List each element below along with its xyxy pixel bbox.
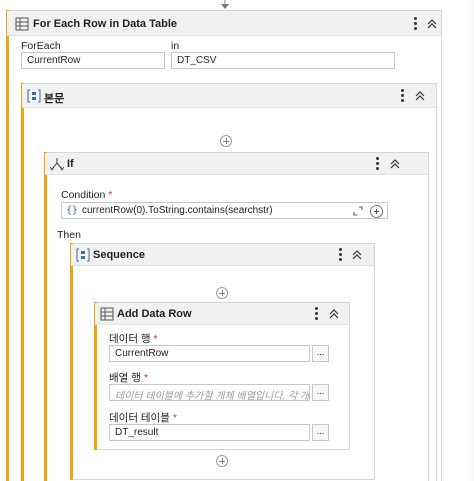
activity-title: Add Data Row xyxy=(117,308,192,320)
collapse-icon[interactable] xyxy=(426,17,438,31)
then-label: Then xyxy=(57,229,81,241)
condition-input[interactable]: {} currentRow(0).ToString.contains(searc… xyxy=(61,202,388,219)
activity-accent-stripe xyxy=(21,83,24,481)
activity-title: For Each Row in Data Table xyxy=(33,18,178,30)
sequence-icon xyxy=(27,89,41,103)
array-row-label: 배열 행 * xyxy=(109,372,148,384)
data-row-browse-button[interactable]: ... xyxy=(312,345,329,362)
data-row-input[interactable]: CurrentRow xyxy=(109,345,310,362)
add-activity-icon[interactable] xyxy=(220,135,232,147)
collapse-icon[interactable] xyxy=(351,248,363,262)
activity-accent-stripe xyxy=(70,243,73,480)
kebab-menu-icon[interactable] xyxy=(312,306,320,322)
activity-title: 본문 xyxy=(44,93,65,105)
expand-icon[interactable] xyxy=(353,206,363,216)
body-activity[interactable]: 본문 If Condition * {} currentRow(0).ToStr… xyxy=(21,83,437,481)
array-row-input[interactable]: 데이터 테이블에 추가할 개체 배열입니다. 각 개 xyxy=(109,384,310,401)
activity-accent-stripe xyxy=(6,10,9,481)
add-activity-icon[interactable] xyxy=(216,455,228,467)
if-activity[interactable]: If Condition * {} currentRow(0).ToString… xyxy=(44,152,429,481)
data-table-browse-button[interactable]: ... xyxy=(312,424,329,441)
connector-arrow-icon xyxy=(221,0,229,9)
kebab-menu-icon[interactable] xyxy=(336,247,344,263)
add-condition-icon[interactable] xyxy=(370,204,383,218)
table-icon xyxy=(15,17,29,31)
add-data-row-header[interactable]: Add Data Row xyxy=(95,303,349,325)
condition-label: Condition * xyxy=(61,189,113,201)
array-row-browse-button[interactable]: ... xyxy=(312,384,329,401)
body-header[interactable]: 본문 xyxy=(22,84,436,108)
for-each-row-activity[interactable]: For Each Row in Data Table ForEach Curre… xyxy=(6,10,442,481)
add-activity-icon[interactable] xyxy=(216,287,228,299)
foreach-label: ForEach xyxy=(21,40,61,52)
add-data-row-activity[interactable]: Add Data Row 데이터 행 * CurrentRow ... 배열 행… xyxy=(94,302,350,450)
activity-title: If xyxy=(67,158,74,170)
sequence-header[interactable]: Sequence xyxy=(71,244,374,266)
data-row-label: 데이터 행 * xyxy=(109,333,158,345)
canvas-scrollbar[interactable] xyxy=(468,0,474,481)
collapse-icon[interactable] xyxy=(389,157,401,171)
kebab-menu-icon[interactable] xyxy=(411,16,419,32)
sequence-activity[interactable]: Sequence Add Data Row 데이터 행 * CurrentRow… xyxy=(70,243,375,480)
activity-title: Sequence xyxy=(93,249,145,261)
collapse-icon[interactable] xyxy=(328,307,340,321)
collapse-icon[interactable] xyxy=(414,89,426,103)
if-header[interactable]: If xyxy=(45,153,428,175)
expression-brace-icon: {} xyxy=(66,205,79,216)
data-table-input[interactable]: DT_result xyxy=(109,424,310,441)
if-branch-icon xyxy=(50,158,64,171)
in-datatable-input[interactable]: DT_CSV xyxy=(171,52,395,69)
activity-accent-stripe xyxy=(44,152,47,481)
table-icon xyxy=(100,307,114,321)
foreach-variable-input[interactable]: CurrentRow xyxy=(21,52,165,69)
condition-expression: currentRow(0).ToString.contains(searchst… xyxy=(82,205,273,216)
data-table-label: 데이터 테이블 * xyxy=(109,412,177,424)
kebab-menu-icon[interactable] xyxy=(398,88,406,104)
for-each-row-header[interactable]: For Each Row in Data Table xyxy=(7,11,441,36)
sequence-icon xyxy=(76,248,90,262)
in-label: in xyxy=(171,40,180,52)
kebab-menu-icon[interactable] xyxy=(373,156,381,172)
